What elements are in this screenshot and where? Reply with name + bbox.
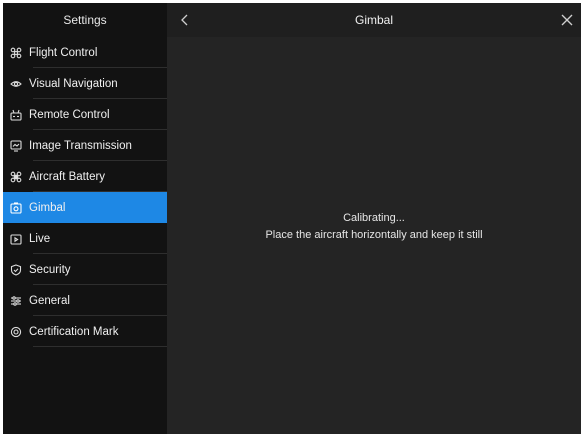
sidebar-item-aircraft-battery[interactable]: Aircraft Battery [3, 161, 167, 192]
sliders-icon [10, 295, 22, 307]
sidebar-item-label: Remote Control [29, 108, 110, 121]
sidebar-item-label: Flight Control [29, 46, 98, 59]
sidebar: Settings Flight Control Visual Navigatio… [3, 3, 167, 434]
sidebar-item-label: Certification Mark [29, 325, 119, 338]
remote-icon [10, 109, 22, 121]
chevron-left-icon[interactable] [177, 12, 193, 28]
sidebar-item-label: Image Transmission [29, 139, 132, 152]
content-panel: Gimbal Calibrating... Place the aircraft… [167, 3, 581, 434]
close-icon[interactable] [559, 12, 575, 28]
shield-icon [10, 263, 22, 276]
page-title: Gimbal [354, 13, 393, 27]
sidebar-item-security[interactable]: Security [3, 254, 167, 285]
app-window: Settings Flight Control Visual Navigatio… [3, 3, 581, 434]
sidebar-item-label: General [29, 294, 70, 307]
sidebar-item-general[interactable]: General [3, 285, 167, 316]
header-bar: Gimbal [167, 3, 581, 37]
sidebar-item-remote-control[interactable]: Remote Control [3, 99, 167, 130]
sidebar-item-flight-control[interactable]: Flight Control [3, 37, 167, 68]
sidebar-item-gimbal[interactable]: Gimbal [3, 192, 167, 223]
battery-icon [10, 171, 22, 183]
gimbal-icon [10, 201, 22, 214]
sidebar-item-image-transmission[interactable]: Image Transmission [3, 130, 167, 161]
drone-icon [10, 47, 22, 59]
sidebar-item-label: Security [29, 263, 71, 276]
sidebar-item-live[interactable]: Live [3, 223, 167, 254]
sidebar-item-label: Gimbal [29, 201, 66, 214]
sidebar-item-label: Live [29, 232, 51, 245]
calibration-status: Calibrating... Place the aircraft horizo… [167, 210, 581, 244]
certificate-icon [10, 326, 22, 338]
live-icon [10, 233, 22, 245]
image-transmission-icon [10, 139, 22, 152]
sidebar-item-visual-navigation[interactable]: Visual Navigation [3, 68, 167, 99]
instruction-text: Place the aircraft horizontally and keep… [265, 229, 483, 241]
status-text: Calibrating... [343, 212, 405, 224]
sidebar-item-label: Visual Navigation [29, 77, 118, 90]
eye-icon [10, 78, 22, 90]
sidebar-item-label: Aircraft Battery [29, 170, 106, 183]
sidebar-title: Settings [63, 13, 107, 27]
sidebar-item-certification-mark[interactable]: Certification Mark [3, 316, 167, 347]
